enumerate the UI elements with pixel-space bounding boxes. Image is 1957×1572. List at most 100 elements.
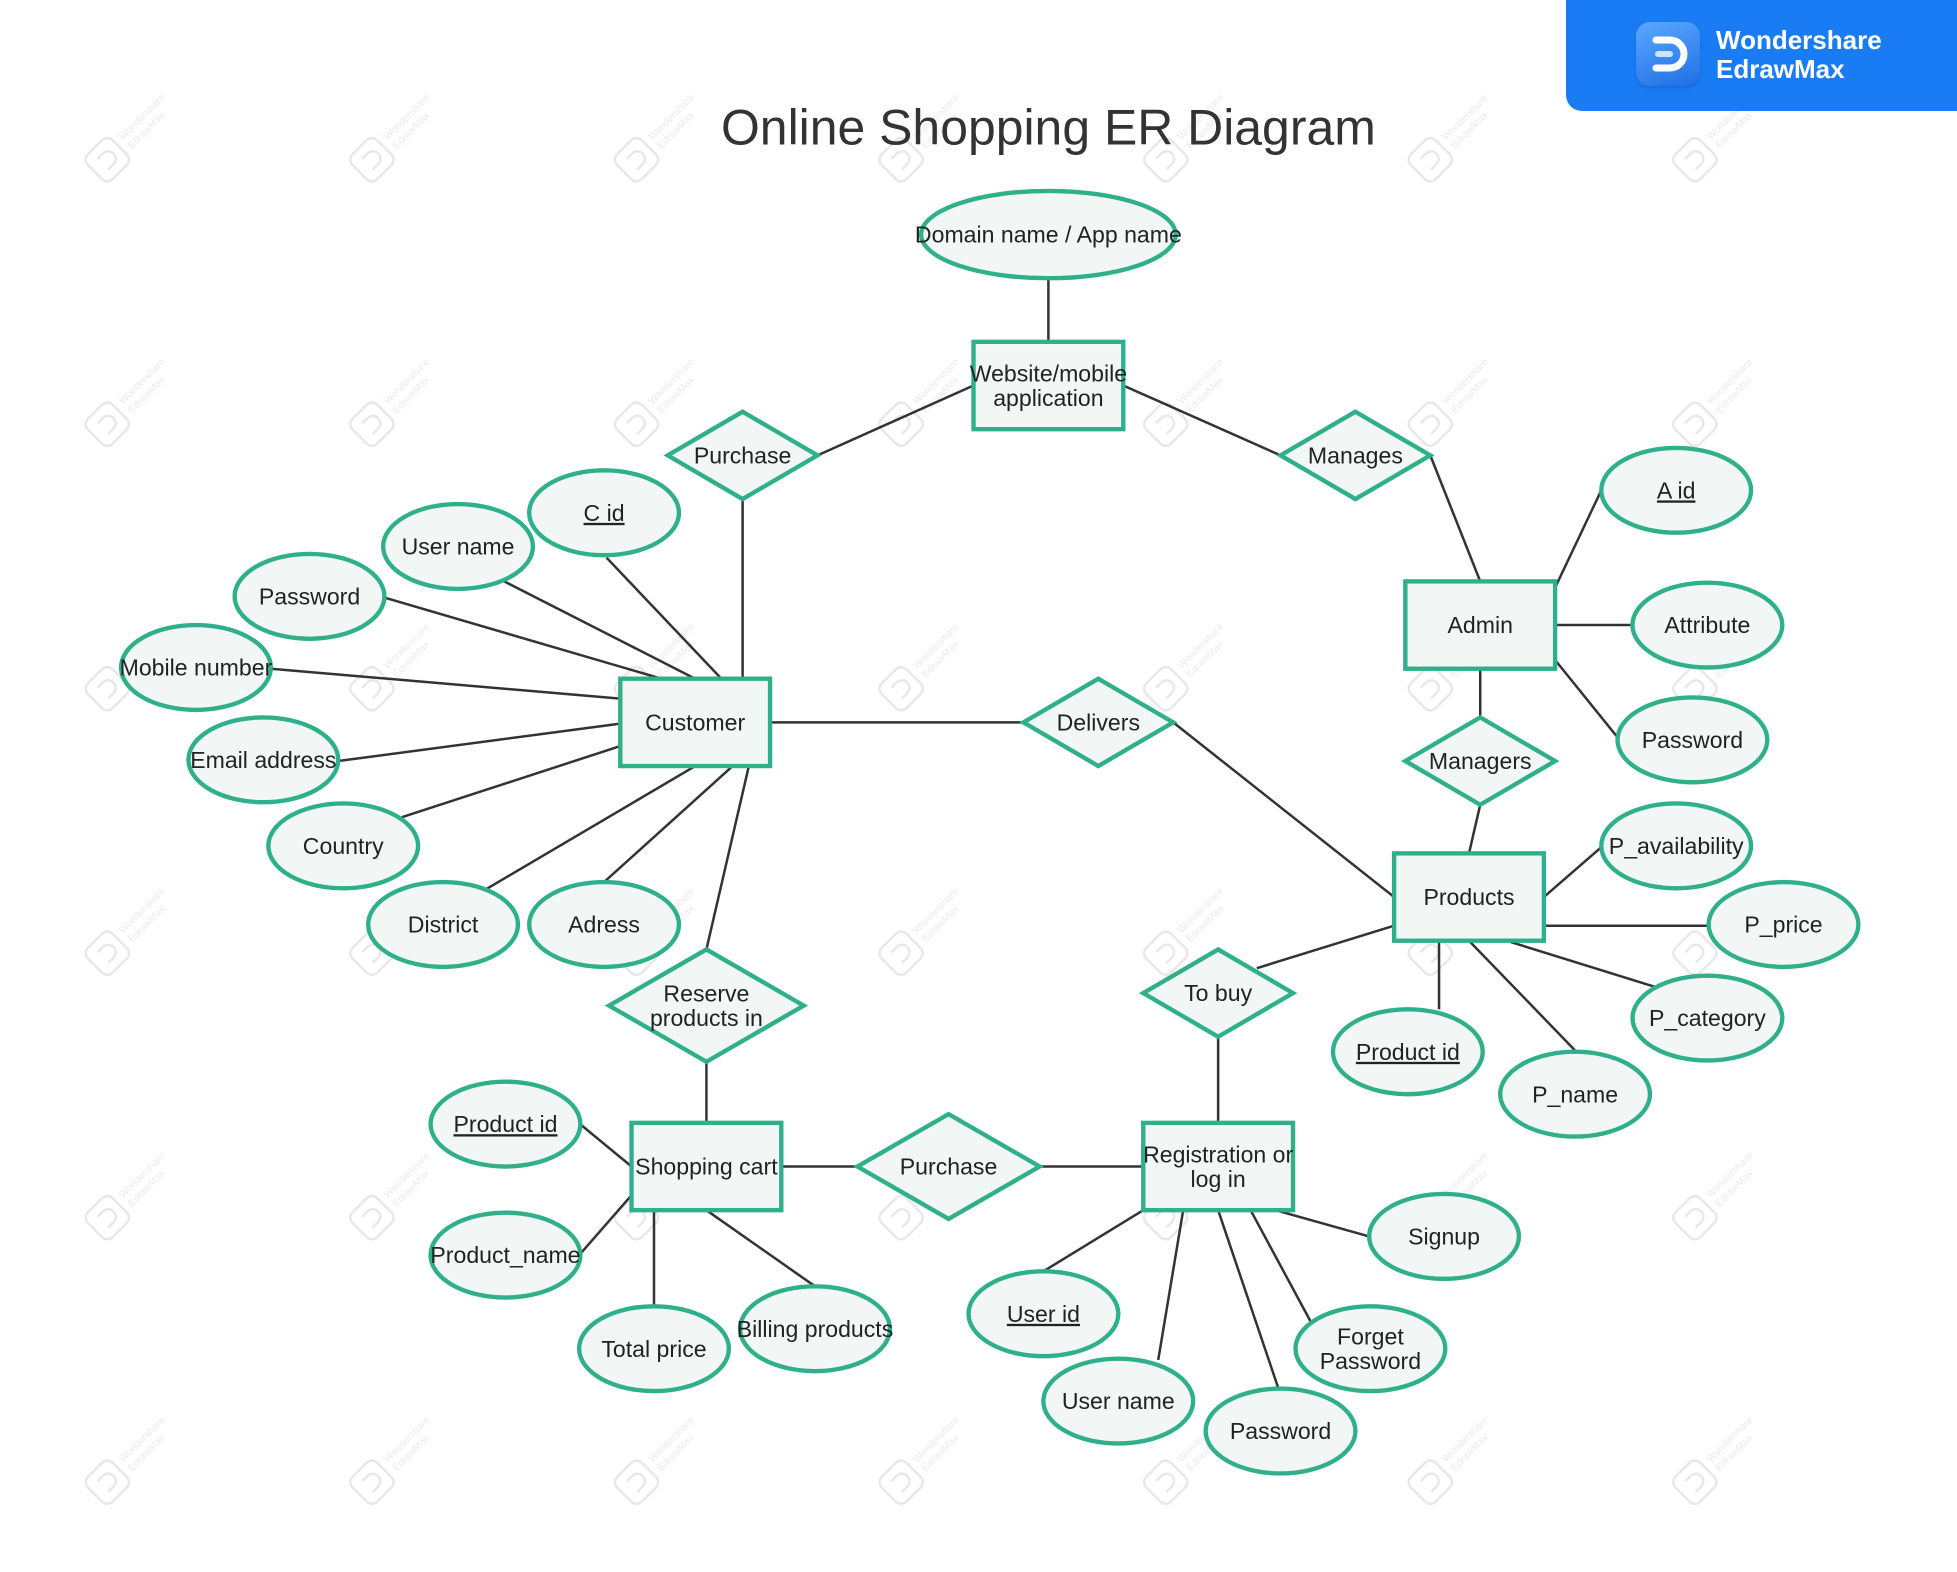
attribute-forget-password-label: Password [1320,1348,1421,1374]
watermark-icon: WondershareEdrawMax [1672,1150,1755,1241]
attribute-c-id-label: C id [584,500,625,526]
entity-website-label: application [993,385,1103,411]
attribute-country[interactable]: Country [266,801,421,891]
attribute-cust-user-name[interactable]: User name [380,501,536,592]
entity-shopping-cart[interactable]: Shopping cart [629,1120,784,1213]
attribute-connector [1249,1209,1312,1322]
attribute-attribute[interactable]: Attribute [1630,580,1785,670]
attribute-mobile-number-label: Mobile number [120,655,273,681]
attribute-user-id-label: User id [1007,1301,1080,1327]
attribute-cart-product-id[interactable]: Product id [428,1079,583,1169]
attribute-signup[interactable]: Signup [1366,1191,1522,1281]
relationship-purchase-bottom[interactable]: Purchase [853,1111,1045,1222]
watermark-layer: WondershareEdrawMax WondershareEdrawMax Wo… [84,92,1755,1506]
attribute-connector [1156,1209,1185,1361]
entity-website[interactable]: Website/mobileapplication [970,339,1127,432]
attribute-mobile-number[interactable]: Mobile number [118,622,274,713]
relationship-purchase-top-label: Purchase [694,442,792,468]
relationship-purchase-bottom-label: Purchase [900,1154,998,1180]
relationship-managers[interactable]: Managers [1401,714,1560,808]
attribute-cart-product-name[interactable]: Product_name [428,1210,583,1300]
attribute-domain-name-label: Domain name / App name [915,222,1182,248]
watermark-icon: WondershareEdrawMax [1407,92,1491,183]
attribute-attribute-label: Attribute [1664,612,1750,638]
watermark-icon: WondershareEdrawMax [1407,1415,1491,1506]
entity-shopping-cart-label: Shopping cart [635,1154,778,1180]
entity-registration[interactable]: Registration orlog in [1141,1120,1296,1213]
attribute-connector [1275,1208,1370,1238]
attribute-prod-product-id[interactable]: Product id [1330,1007,1485,1097]
attribute-admin-password-label: Password [1642,727,1743,753]
attribute-cust-password[interactable]: Password [232,551,387,641]
attribute-a-id-label: A id [1657,477,1696,503]
attribute-p-category[interactable]: P_category [1630,973,1785,1063]
watermark-icon: WondershareEdrawMax [1672,357,1755,448]
relationship-connector [1429,454,1482,582]
attribute-connector [705,1209,816,1288]
attribute-connector [579,1194,633,1255]
attribute-c-id[interactable]: C id [527,468,682,558]
attribute-total-price-label: Total price [601,1336,706,1362]
attribute-adress-label: Adress [568,912,640,938]
watermark-icon: WondershareEdrawMax [1142,621,1226,712]
attribute-connector [338,722,621,763]
brand-name: Wondershare EdrawMax [1716,26,1882,84]
relationship-connector [1172,721,1395,899]
watermark-icon: WondershareEdrawMax [349,357,432,448]
attribute-connector [1216,1209,1280,1388]
relationship-connector [1256,924,1395,970]
entity-customer[interactable]: Customer [618,676,773,769]
watermark-icon: WondershareEdrawMax [1407,357,1491,448]
attribute-p-category-label: P_category [1649,1005,1766,1031]
attribute-email-address[interactable]: Email address [186,715,341,805]
watermark-icon: WondershareEdrawMax [84,357,168,448]
entity-admin[interactable]: Admin [1403,579,1558,671]
attribute-forget-password-label: Forget [1337,1324,1404,1350]
attribute-p-price[interactable]: P_price [1706,879,1861,970]
attribute-admin-password[interactable]: Password [1615,695,1770,785]
brand-name-line2: EdrawMax [1716,54,1845,84]
attribute-p-availability[interactable]: P_availability [1599,801,1754,891]
attribute-connector [503,580,696,680]
watermark-icon: WondershareEdrawMax [349,1150,432,1241]
relationship-connector [705,765,751,950]
entity-registration-label: log in [1191,1166,1246,1192]
watermark-icon: WondershareEdrawMax [1672,1415,1755,1506]
relationship-reserve[interactable]: Reserveproducts in [604,946,809,1065]
watermark-icon: WondershareEdrawMax [878,357,962,448]
attribute-reg-password-label: Password [1230,1418,1331,1444]
attribute-adress[interactable]: Adress [527,879,682,970]
attribute-total-price[interactable]: Total price [576,1304,732,1394]
shape-layer: Website/mobileapplication Customer Admin Pr… [118,188,1861,1476]
attribute-reg-user-name[interactable]: User name [1041,1356,1196,1446]
entity-admin-label: Admin [1448,612,1513,638]
er-diagram-canvas: WondershareEdrawMax WondershareEdrawMax Wo… [84,92,1861,1506]
entity-products[interactable]: Products [1391,851,1547,943]
watermark-icon: WondershareEdrawMax [878,621,962,712]
watermark-icon: WondershareEdrawMax [613,357,697,448]
attribute-billing-products-label: Billing products [737,1316,894,1342]
relationship-to-buy[interactable]: To buy [1138,946,1298,1040]
attribute-p-name[interactable]: P_name [1498,1049,1653,1139]
attribute-billing-products[interactable]: Billing products [737,1284,894,1374]
attribute-district[interactable]: District [366,879,521,970]
attribute-connector [384,596,662,680]
attribute-reg-user-name-label: User name [1062,1388,1175,1414]
attribute-p-name-label: P_name [1532,1081,1618,1107]
watermark-icon: WondershareEdrawMax [878,1415,962,1506]
relationship-manages-label: Manages [1308,442,1403,468]
attribute-a-id[interactable]: A id [1599,445,1754,535]
watermark-icon: WondershareEdrawMax [84,1415,168,1506]
attribute-user-id[interactable]: User id [966,1269,1121,1359]
relationship-delivers[interactable]: Delivers [1019,676,1178,769]
entity-customer-label: Customer [645,709,745,735]
attribute-reg-password[interactable]: Password [1203,1386,1358,1476]
relationship-purchase-top[interactable]: Purchase [663,409,822,502]
attribute-connector [1554,659,1619,739]
attribute-domain-name[interactable]: Domain name / App name [915,188,1182,281]
attribute-connector [1553,489,1603,589]
watermark-icon: WondershareEdrawMax [349,1415,432,1506]
brand-badge[interactable]: Wondershare EdrawMax [1566,0,1957,111]
attribute-forget-password[interactable]: ForgetPassword [1293,1304,1448,1394]
attribute-connector [270,667,621,700]
